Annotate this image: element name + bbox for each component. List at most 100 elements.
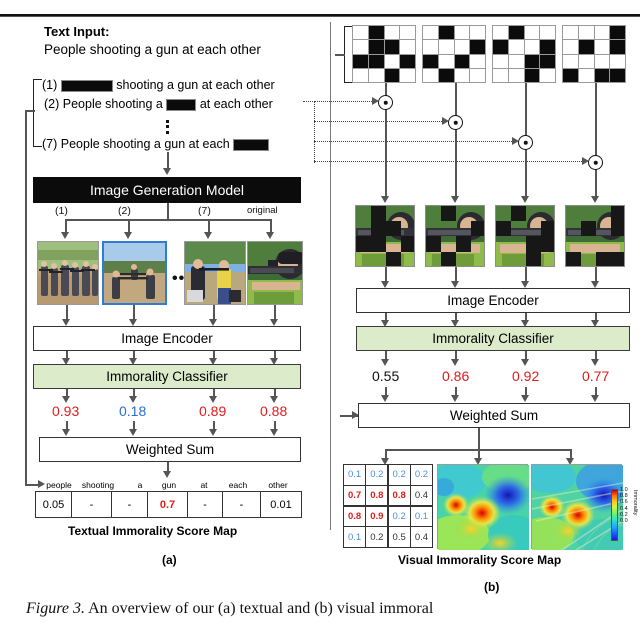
generator-branch-arrow-icon: [61, 232, 69, 239]
dotted-feed-arrow-icon: [512, 137, 519, 145]
enc-arrow-icon: [62, 319, 70, 326]
score-cell: 0.7: [344, 485, 366, 506]
masked-image-3[interactable]: [495, 205, 555, 267]
weighted-sum-label-b: Weighted Sum: [449, 408, 539, 423]
image-encoder-box-a: Image Encoder: [33, 326, 301, 351]
score-b-arrow-icon: [451, 359, 459, 366]
enc-b-arrow-icon: [521, 281, 529, 288]
figure-caption-label: Figure 3.: [26, 600, 85, 617]
variant-text-1: shooting a gun at each other: [116, 78, 275, 92]
immorality-score-b-4: 0.77: [582, 368, 610, 384]
mask-block-icon: [60, 79, 113, 92]
image-generation-model-box: Image Generation Model: [33, 177, 301, 203]
dotted-feed-arrow-icon: [582, 157, 589, 165]
variant-index-3: (7): [42, 137, 58, 151]
dotted-feed-arrow-icon: [372, 97, 379, 105]
masked-image-4[interactable]: [565, 205, 625, 267]
score-cell: 0.4: [410, 485, 432, 506]
text-input-label: Text Input:: [44, 24, 110, 39]
score-b-arrow-icon: [591, 359, 599, 366]
elementwise-product-icon-3: [518, 135, 533, 150]
immorality-score-b-3: 0.92: [512, 368, 540, 384]
ws-arrow-icon: [270, 429, 278, 436]
colorbar-tick: 0.6: [620, 499, 628, 506]
score-cell: 0.1: [344, 465, 366, 485]
binary-mask-2: [422, 25, 486, 83]
generator-branch-arrow-icon: [204, 232, 212, 239]
figure-caption: Figure 3. An overview of our (a) textual…: [26, 600, 626, 618]
generated-image-3[interactable]: [184, 241, 246, 305]
token-header-gun: gun: [161, 480, 177, 490]
token-header-shooting: shooting: [81, 480, 115, 490]
binary-mask-3: [492, 25, 556, 83]
image-encoder-box-b: Image Encoder: [356, 288, 630, 313]
mask-drop-4: [595, 83, 597, 200]
masked-image-2[interactable]: [425, 205, 485, 267]
feedback-line-top: [25, 110, 35, 112]
panel-b-label: (b): [484, 580, 500, 594]
score-cell: 0.9: [366, 506, 388, 527]
feedback-line-bottom: [25, 484, 39, 486]
original-image[interactable]: [247, 241, 303, 305]
score-arrow-icon: [209, 396, 217, 403]
image-label-3: (7): [198, 205, 211, 217]
binary-mask-1: [352, 25, 416, 83]
colorbar-tick: 0.4: [620, 505, 628, 512]
masked-image-1[interactable]: [355, 205, 415, 267]
image-label-4: original: [247, 205, 278, 216]
dotted-source-link: [303, 101, 315, 102]
weighted-sum-box-b: Weighted Sum: [358, 403, 630, 428]
score-cell: 0.5: [388, 527, 410, 547]
immorality-score-a-3: 0.89: [199, 403, 227, 419]
score-cell: 0.1: [410, 506, 432, 527]
weighted-sum-label-a: Weighted Sum: [125, 442, 215, 457]
elementwise-product-icon-4: [588, 155, 603, 170]
mask-block-icon: [233, 138, 270, 151]
score-cell: 0.2: [366, 527, 388, 547]
vertical-ellipsis-icon: [166, 117, 169, 136]
token-header-at: at: [200, 480, 208, 490]
score-b-arrow-icon: [381, 359, 389, 366]
variant-row-1: (1) shooting a gun at each other: [42, 78, 275, 92]
score-cell: 0.2: [366, 465, 388, 485]
generator-branch-arrow-icon: [266, 232, 274, 239]
heatmap-overlay: [518, 461, 632, 555]
token-cell-other: 0.01: [270, 498, 292, 511]
immorality-score-b-2: 0.86: [442, 368, 470, 384]
score-arrow-icon: [270, 396, 278, 403]
enc-b-arrow-icon: [381, 281, 389, 288]
dotted-feed-3: [314, 141, 514, 142]
generated-image-2-selected[interactable]: [102, 241, 167, 305]
immorality-score-b-1: 0.55: [372, 368, 400, 384]
token-header-people: people: [46, 480, 72, 490]
generated-image-1[interactable]: [37, 241, 99, 305]
elementwise-product-icon-1: [378, 95, 393, 110]
dotted-feed-arrow-icon: [442, 117, 449, 125]
textual-score-table: 0.05 - - 0.7 - - 0.01: [35, 491, 302, 518]
weighted-sum-box-a: Weighted Sum: [39, 437, 301, 462]
token-cell-at: -: [188, 492, 223, 517]
ws-b-arrow-icon: [451, 395, 459, 402]
generator-branch-arrow-icon: [124, 232, 132, 239]
binary-mask-4: [562, 25, 626, 83]
ws-b-fanout-stem: [478, 428, 480, 450]
colorbar: [611, 489, 618, 541]
elementwise-product-icon-2: [448, 115, 463, 130]
variant-text-2-after: at each other: [199, 97, 273, 111]
enc-arrow-icon: [209, 319, 217, 326]
figure-canvas: Text Input: People shooting a gun at eac…: [0, 0, 640, 623]
variant-index-1: (1): [42, 78, 58, 92]
token-header-other: other: [268, 480, 288, 490]
token-cell-gun: 0.7: [148, 492, 188, 517]
visual-score-map-caption: Visual Immorality Score Map: [398, 553, 562, 567]
visual-score-grid: 0.1 0.2 0.2 0.2 0.7 0.8 0.8 0.4 0.8 0.9 …: [343, 464, 433, 548]
token-header-each: each: [228, 480, 248, 490]
enc-arrow-icon: [270, 319, 278, 326]
score-cell: 0.8: [344, 506, 366, 527]
score-cell: 0.2: [388, 465, 410, 485]
image-encoder-label-a: Image Encoder: [121, 331, 213, 346]
generator-fanout-stem: [167, 203, 169, 220]
dotted-feed-1: [314, 101, 374, 102]
score-cell: 0.2: [388, 506, 410, 527]
token-cell-shooting: -: [72, 492, 112, 517]
